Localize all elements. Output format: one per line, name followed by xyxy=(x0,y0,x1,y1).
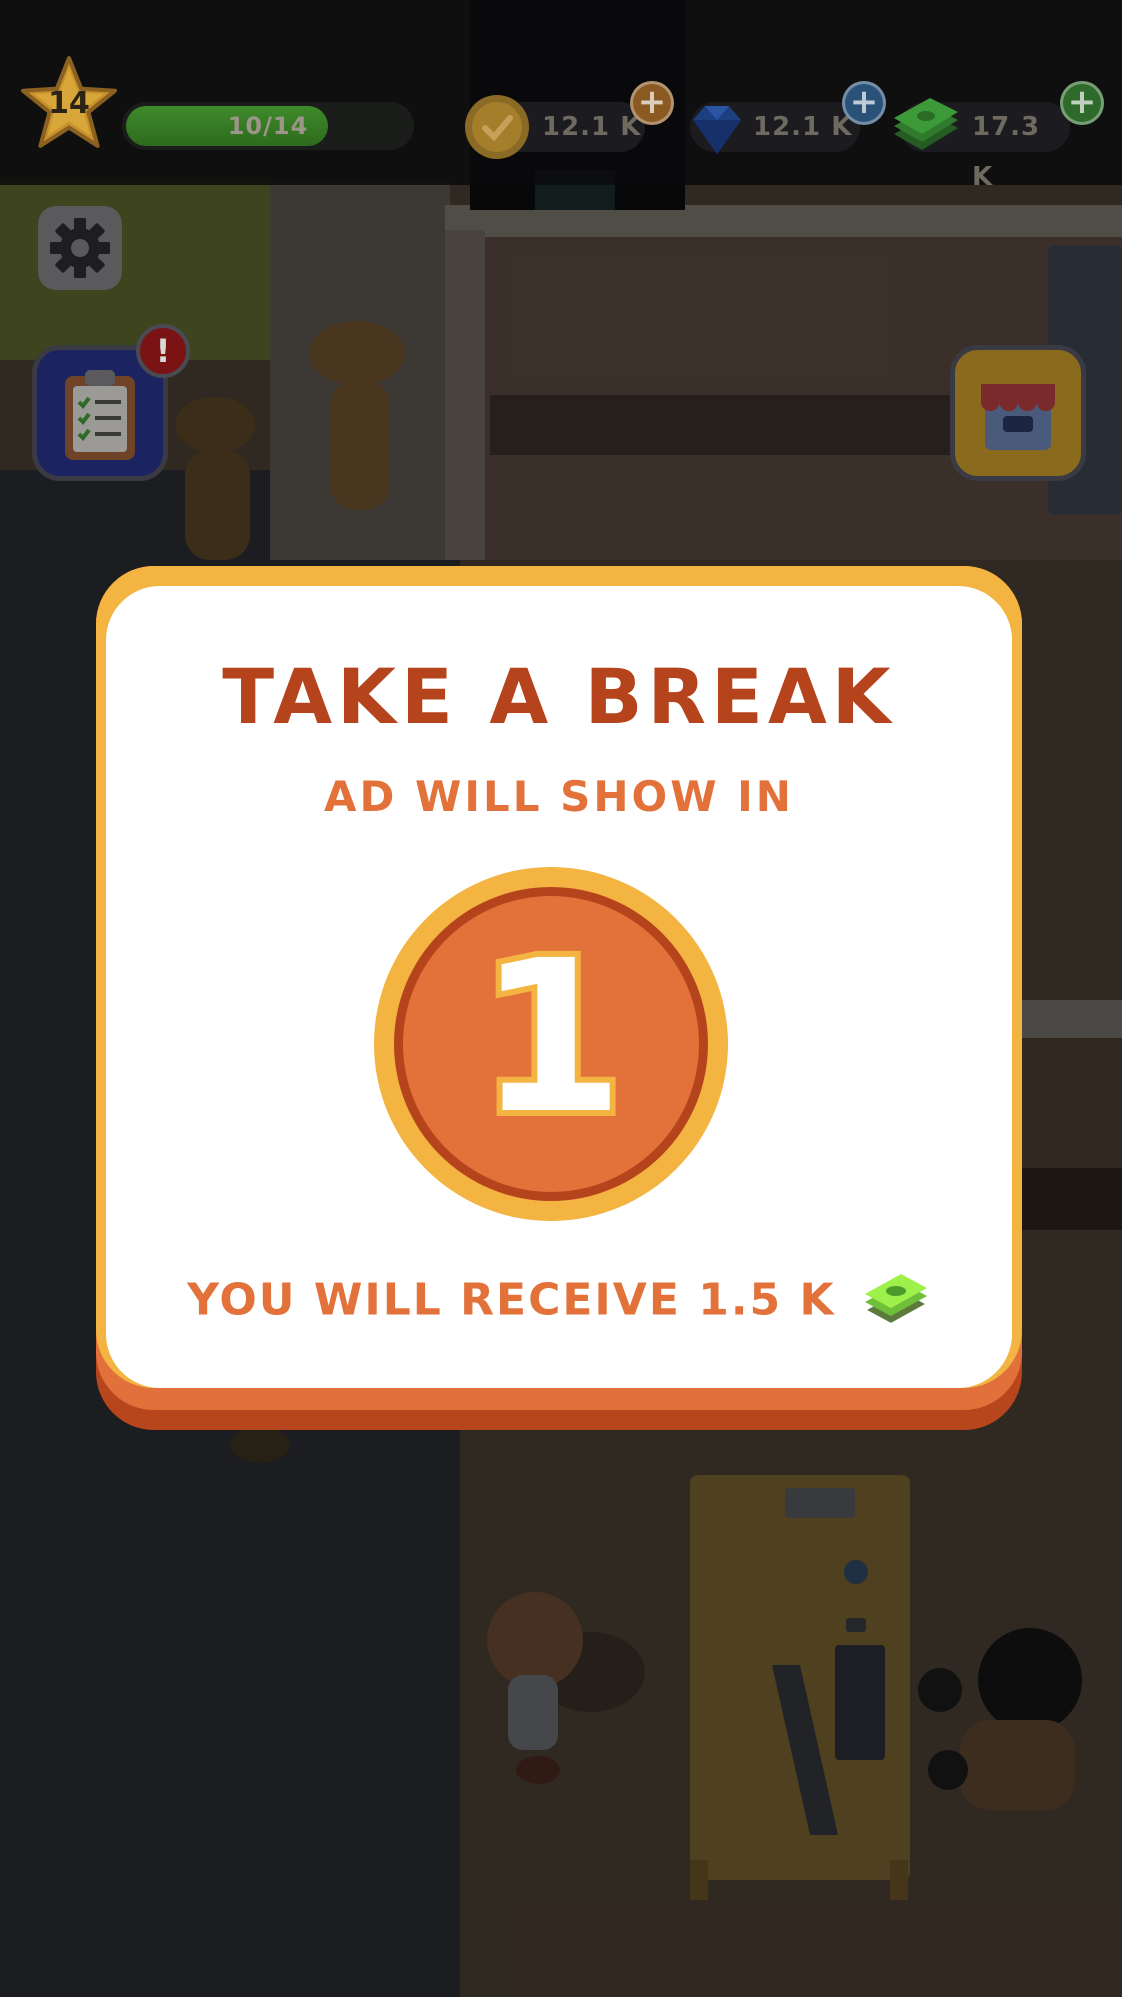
dialog-title: TAKE A BREAK xyxy=(222,652,896,741)
coins-value: 12.1 K xyxy=(542,112,642,142)
reward-row: YOU WILL RECEIVE 1.5 K xyxy=(106,1268,1012,1332)
reward-text: YOU WILL RECEIVE 1.5 K xyxy=(187,1274,836,1326)
gear-icon xyxy=(50,218,110,278)
player-level: 14 xyxy=(48,86,90,121)
coin-icon xyxy=(465,95,529,159)
add-cash-button[interactable]: + xyxy=(1060,81,1104,125)
add-gems-button[interactable]: + xyxy=(842,81,886,125)
cash-stack-icon xyxy=(862,1274,929,1326)
dialog-subtitle: AD WILL SHOW IN xyxy=(324,772,794,821)
tasks-alert-badge: ! xyxy=(136,324,190,378)
settings-button[interactable] xyxy=(38,206,122,290)
cash-icon xyxy=(894,98,958,150)
add-coins-button[interactable]: + xyxy=(630,81,674,125)
shop-icon xyxy=(981,384,1055,450)
gems-value: 12.1 K xyxy=(753,112,853,142)
xp-progress-text: 10/14 xyxy=(227,112,309,140)
shop-button[interactable] xyxy=(950,345,1086,481)
countdown-number: 1 xyxy=(472,909,630,1166)
gem-icon xyxy=(693,106,741,154)
